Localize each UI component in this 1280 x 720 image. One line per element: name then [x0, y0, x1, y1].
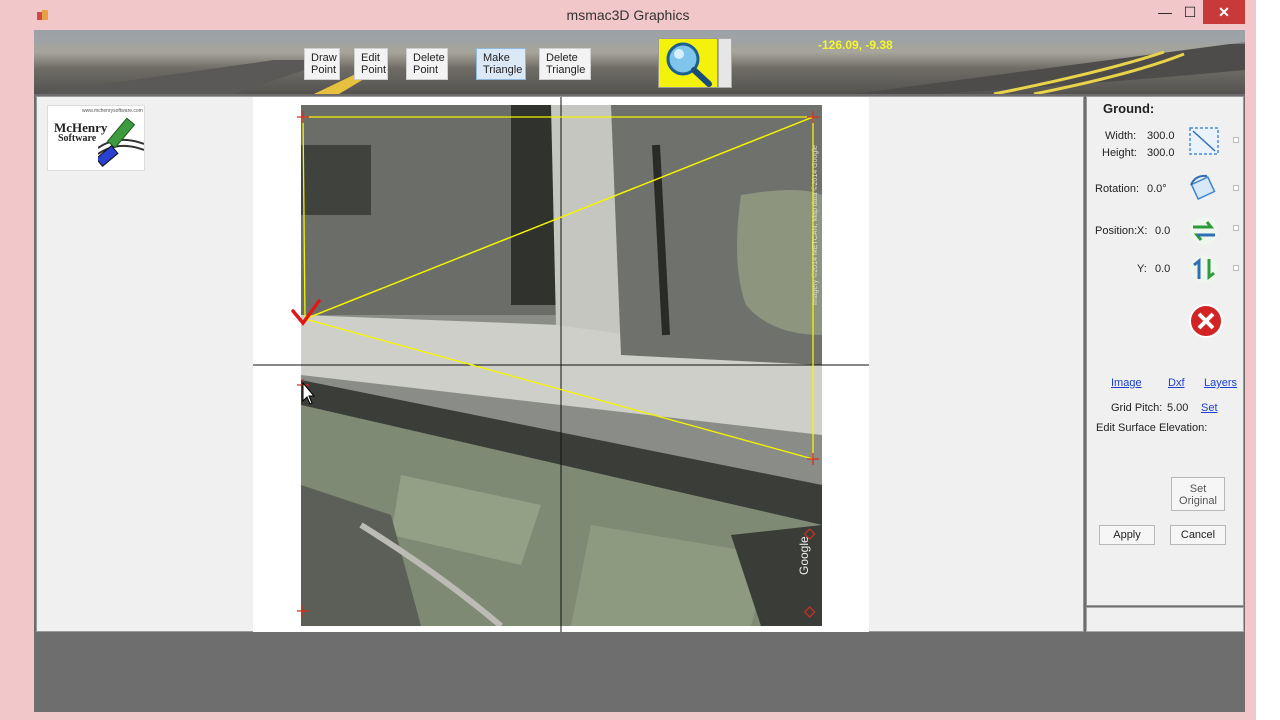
window-title: msmac3D Graphics: [566, 7, 690, 23]
ground-heading: Ground:: [1103, 101, 1155, 116]
point-marker[interactable]: [297, 111, 309, 123]
ground-properties-panel: Ground: Width: 300.0 Height: 300.0 Rotat…: [1086, 96, 1244, 606]
road-banner-image: [34, 30, 1245, 94]
width-label: Width:: [1105, 130, 1137, 142]
cursor-coordinates: -126.09, -9.38: [818, 38, 893, 52]
magnifier-icon: [666, 42, 712, 87]
grid-pitch-value[interactable]: 5.00: [1167, 402, 1188, 414]
edit-point-button[interactable]: Edit Point: [354, 48, 388, 80]
window-frame-bottom: [0, 712, 1256, 720]
triangle-2[interactable]: [302, 116, 814, 460]
grid-pitch-set-link[interactable]: Set: [1201, 402, 1218, 414]
mouse-cursor-icon: [302, 381, 316, 405]
logo-line-2: Software: [58, 133, 97, 144]
rotation-value[interactable]: 0.0°: [1147, 183, 1167, 195]
close-window-button[interactable]: ✕: [1203, 0, 1245, 24]
height-value[interactable]: 300.0: [1147, 147, 1175, 159]
image-link[interactable]: Image: [1111, 377, 1142, 389]
delete-triangle-button[interactable]: Delete Triangle: [539, 48, 591, 80]
point-marker[interactable]: [803, 528, 816, 540]
rotate-icon[interactable]: [1187, 173, 1221, 205]
dxf-link[interactable]: Dxf: [1168, 377, 1185, 389]
point-marker[interactable]: [803, 606, 816, 618]
window-frame-left: [0, 30, 34, 720]
move-vertical-icon[interactable]: [1187, 253, 1221, 285]
position-x-slider[interactable]: [1233, 225, 1239, 231]
window-frame-right: [1245, 30, 1256, 720]
desktop-edge: [1256, 0, 1280, 720]
logo-graphic: [98, 117, 144, 167]
point-marker[interactable]: [807, 111, 819, 123]
app-window: msmac3D Graphics — ☐ ✕ Draw Point Edit P…: [0, 0, 1280, 720]
title-bar[interactable]: msmac3D Graphics — ☐ ✕: [0, 0, 1256, 30]
drawing-canvas[interactable]: www.mchenrysoftware.com McHenry Software: [36, 96, 1084, 632]
draw-point-button[interactable]: Draw Point: [304, 48, 340, 80]
toolbar-banner: Draw Point Edit Point Delete Point Make …: [34, 30, 1245, 94]
move-horizontal-icon[interactable]: [1187, 215, 1221, 247]
status-bar: [1086, 607, 1244, 632]
edit-surface-elevation-label: Edit Surface Elevation:: [1096, 422, 1208, 434]
delete-point-button[interactable]: Delete Point: [406, 48, 448, 80]
maximize-button[interactable]: ☐: [1173, 0, 1207, 24]
position-y-label: Y:: [1137, 263, 1147, 275]
company-logo: www.mchenrysoftware.com McHenry Software: [47, 105, 145, 171]
layers-link[interactable]: Layers: [1204, 377, 1237, 389]
selected-point-check-icon: [291, 299, 321, 326]
resize-icon[interactable]: [1187, 125, 1221, 157]
delete-ground-icon[interactable]: [1187, 303, 1225, 339]
rotation-slider[interactable]: [1233, 185, 1239, 191]
height-label: Height:: [1102, 147, 1137, 159]
position-label: Position:: [1095, 225, 1138, 237]
position-x-value[interactable]: 0.0: [1155, 225, 1170, 237]
make-triangle-button[interactable]: Make Triangle: [476, 48, 526, 80]
bottom-area: [34, 633, 1245, 712]
point-marker[interactable]: [297, 605, 309, 617]
zoom-button[interactable]: [658, 38, 718, 88]
rotation-label: Rotation:: [1095, 183, 1140, 195]
size-slider[interactable]: [1233, 137, 1239, 143]
position-x-label: X:: [1137, 225, 1148, 237]
position-y-value[interactable]: 0.0: [1155, 263, 1170, 275]
point-marker[interactable]: [807, 453, 819, 465]
grid-pitch-label: Grid Pitch:: [1111, 402, 1163, 414]
cancel-button[interactable]: Cancel: [1170, 525, 1226, 545]
point-markers: [297, 111, 819, 618]
drawing-overlay[interactable]: [253, 97, 869, 632]
set-original-button[interactable]: Set Original: [1171, 477, 1225, 511]
position-y-slider[interactable]: [1233, 265, 1239, 271]
apply-button[interactable]: Apply: [1099, 525, 1155, 545]
zoom-slider[interactable]: [718, 38, 732, 88]
width-value[interactable]: 300.0: [1147, 130, 1175, 142]
